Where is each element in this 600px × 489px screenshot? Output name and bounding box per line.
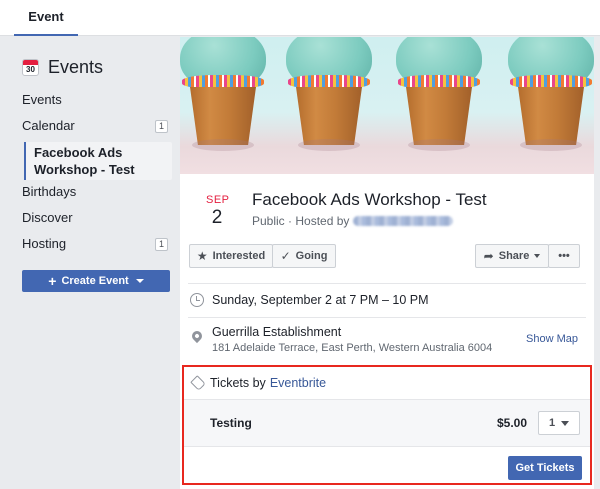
event-day: 2 (211, 207, 223, 228)
clock-icon (190, 293, 204, 307)
sidebar-item-label: Facebook Ads Workshop - Test (34, 145, 135, 177)
sidebar-item-label: Discover (22, 210, 73, 225)
star-icon: ★ (196, 249, 208, 263)
going-button[interactable]: ✓ Going (272, 244, 336, 268)
ticket-name: Testing (210, 416, 252, 430)
chevron-down-icon (135, 279, 144, 283)
event-privacy-host: Public · Hosted by (252, 214, 350, 228)
cover-photo (180, 37, 594, 174)
location-pin-icon (189, 328, 205, 344)
sidebar-item-hosting[interactable]: Hosting 1 (22, 233, 170, 255)
hosting-count-badge: 1 (154, 238, 168, 251)
sidebar-item-label: Birthdays (22, 184, 77, 199)
calendar-icon: 30 (22, 59, 39, 76)
quantity-value: 1 (548, 417, 556, 429)
tickets-header: Tickets by Eventbrite (190, 375, 326, 391)
cupcake-image (394, 37, 484, 151)
event-month: SEP (206, 194, 230, 206)
event-title: Facebook Ads Workshop - Test (252, 190, 487, 209)
sidebar-item-calendar[interactable]: Calendar 1 (22, 115, 170, 137)
sidebar-item-discover[interactable]: Discover (22, 207, 170, 229)
going-label: Going (295, 250, 328, 262)
ticket-price: $5.00 (497, 416, 528, 430)
interested-label: Interested (212, 250, 266, 262)
share-button[interactable]: ➦ Share (475, 244, 549, 268)
sidebar-item-label: Calendar (22, 118, 75, 133)
sidebar-title: Events (48, 57, 104, 77)
event-datetime-row: Sunday, September 2 at 7 PM – 10 PM (188, 291, 586, 317)
sidebar-header: 30 Events (22, 57, 103, 78)
tab-event[interactable]: Event (14, 0, 78, 36)
top-bar: Event (0, 0, 600, 36)
sidebar-item-label: Hosting (22, 236, 67, 251)
event-location-row[interactable]: Guerrilla Establishment 181 Adelaide Ter… (188, 325, 586, 359)
get-tickets-button[interactable]: Get Tickets (508, 456, 582, 480)
ticket-tag-icon (190, 375, 206, 391)
event-venue: Guerrilla Establishment (212, 325, 342, 339)
event-header: SEP 2 Facebook Ads Workshop - Test Publi… (180, 174, 594, 236)
share-label: Share (498, 250, 530, 262)
chevron-down-icon (534, 254, 541, 258)
interested-button[interactable]: ★ Interested (189, 244, 273, 268)
plus-icon: + (48, 273, 57, 289)
sidebar-item-facebook-ads-workshop[interactable]: Facebook Ads Workshop - Test (24, 142, 172, 180)
divider (188, 283, 586, 284)
eventbrite-link[interactable]: Eventbrite (270, 376, 326, 390)
check-icon: ✓ (280, 249, 291, 263)
cupcake-image (284, 37, 374, 151)
create-event-label: Create Event (61, 275, 129, 287)
quantity-select[interactable]: 1 (538, 411, 580, 435)
sidebar-item-events[interactable]: Events (22, 89, 170, 111)
tickets-section: Tickets by Eventbrite Testing $5.00 1 Ge… (182, 365, 592, 485)
create-event-button[interactable]: + Create Event (22, 270, 170, 292)
more-icon: ••• (558, 250, 570, 262)
event-datetime: Sunday, September 2 at 7 PM – 10 PM (212, 293, 429, 307)
share-arrow-icon: ➦ (483, 249, 494, 263)
cupcake-image (180, 37, 268, 151)
divider (188, 317, 586, 318)
ticket-row: Testing $5.00 1 (184, 399, 590, 447)
event-panel: SEP 2 Facebook Ads Workshop - Test Publi… (180, 37, 594, 489)
calendar-icon-number: 30 (26, 65, 35, 74)
show-map-link[interactable]: Show Map (526, 333, 578, 345)
event-subtitle: Public · Hosted by (252, 214, 454, 228)
chevron-down-icon (561, 420, 570, 426)
sidebar-item-label: Events (22, 92, 62, 107)
calendar-count-badge: 1 (154, 120, 168, 133)
cupcake-image (506, 37, 594, 151)
redacted-host-name (353, 216, 454, 226)
event-address: 181 Adelaide Terrace, East Perth, Wester… (212, 342, 493, 354)
more-options-button[interactable]: ••• (548, 244, 580, 268)
sidebar: 30 Events Events Calendar 1 Facebook Ads… (0, 37, 180, 489)
sidebar-item-birthdays[interactable]: Birthdays (22, 181, 170, 203)
tickets-by-label: Tickets by (210, 376, 266, 390)
